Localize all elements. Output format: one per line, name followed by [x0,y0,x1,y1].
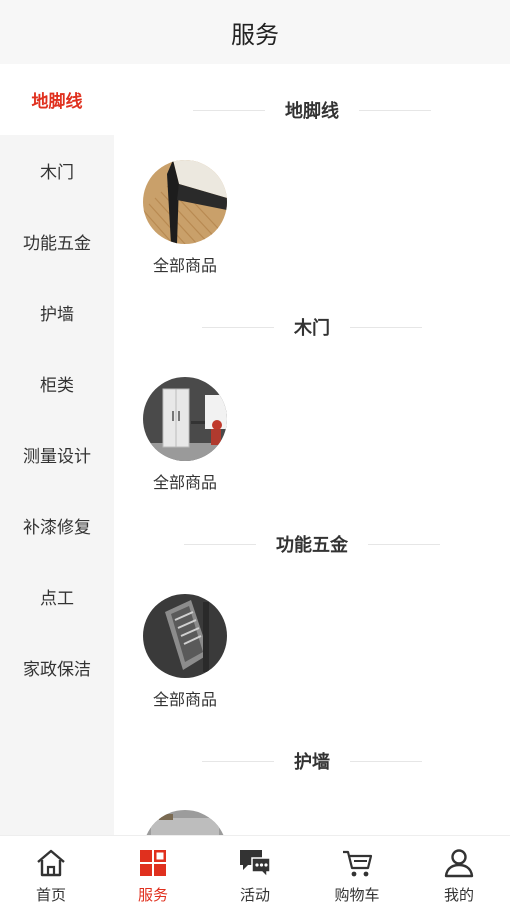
tab-label: 我的 [443,886,474,904]
product-tile-wood-door-all[interactable]: 全部商品 [143,377,227,493]
page-title: 服务 [231,20,279,49]
sidebar-item-baseboard[interactable]: 地脚线 [0,64,114,135]
divider [202,326,274,328]
tab-activity[interactable]: 活动 [204,836,306,906]
sidebar-item-hardware[interactable]: 功能五金 [0,206,114,277]
section-title-wood-door: 木门 [114,313,510,341]
divider [350,326,422,328]
tab-service[interactable]: 服务 [102,836,204,906]
tab-label: 购物车 [334,886,380,904]
grid-icon [140,850,166,876]
tab-label: 活动 [239,886,270,904]
section-title-baseboard: 地脚线 [114,96,510,124]
category-content: 地脚线 全部商品 木门 全部商品 功能五金 全部商品 护墙 [114,64,510,835]
home-icon [37,849,65,877]
sidebar-item-handyman[interactable]: 点工 [0,561,114,632]
sidebar-item-paint-repair[interactable]: 补漆修复 [0,490,114,561]
cart-icon [343,850,373,877]
tab-cart[interactable]: 购物车 [306,836,408,906]
product-thumbnail [143,377,227,461]
divider [368,543,440,545]
tab-home[interactable]: 首页 [0,836,102,906]
sidebar-item-label: 补漆修复 [23,518,91,538]
sidebar-item-label: 功能五金 [23,234,91,254]
section-title-text: 木门 [294,318,330,339]
product-tile-wall-panel-partial[interactable] [143,810,227,835]
tab-label: 服务 [137,886,168,904]
sidebar-item-cleaning[interactable]: 家政保洁 [0,632,114,703]
sidebar-item-measure-design[interactable]: 测量设计 [0,419,114,490]
product-thumbnail [143,594,227,678]
sidebar-item-wood-door[interactable]: 木门 [0,135,114,206]
sidebar-item-label: 点工 [40,589,74,609]
top-bar: 服务 [0,0,510,64]
bottom-tab-bar: 首页 服务 活动 购物车 我的 [0,835,510,906]
sidebar-item-label: 测量设计 [23,447,91,467]
divider [359,109,431,111]
tab-label: 首页 [35,886,66,904]
user-icon [444,849,474,878]
tab-profile[interactable]: 我的 [408,836,510,906]
divider [202,760,274,762]
product-tile-baseboard-all[interactable]: 全部商品 [143,160,227,276]
section-title-text: 功能五金 [276,535,348,556]
sidebar-item-label: 柜类 [40,376,74,396]
sidebar-item-label: 护墙 [40,305,74,325]
section-title-hardware: 功能五金 [114,530,510,558]
sidebar-item-label: 家政保洁 [23,660,91,680]
sidebar-item-wall-panel[interactable]: 护墙 [0,277,114,348]
section-title-wall-panel: 护墙 [114,747,510,775]
product-label: 全部商品 [152,473,217,492]
chat-icon [240,850,271,879]
divider [350,760,422,762]
divider [184,543,256,545]
product-thumbnail [143,160,227,244]
category-sidebar: 地脚线 木门 功能五金 护墙 柜类 测量设计 补漆修复 点工 家政保洁 [0,64,114,835]
sidebar-item-cabinet[interactable]: 柜类 [0,348,114,419]
sidebar-item-label: 地脚线 [31,92,83,112]
product-label: 全部商品 [152,256,217,275]
section-title-text: 地脚线 [285,101,339,122]
product-label: 全部商品 [152,690,217,709]
section-title-text: 护墙 [294,752,330,773]
divider [193,109,265,111]
sidebar-item-label: 木门 [40,163,74,183]
product-tile-hardware-all[interactable]: 全部商品 [143,594,227,710]
product-thumbnail [143,810,227,835]
